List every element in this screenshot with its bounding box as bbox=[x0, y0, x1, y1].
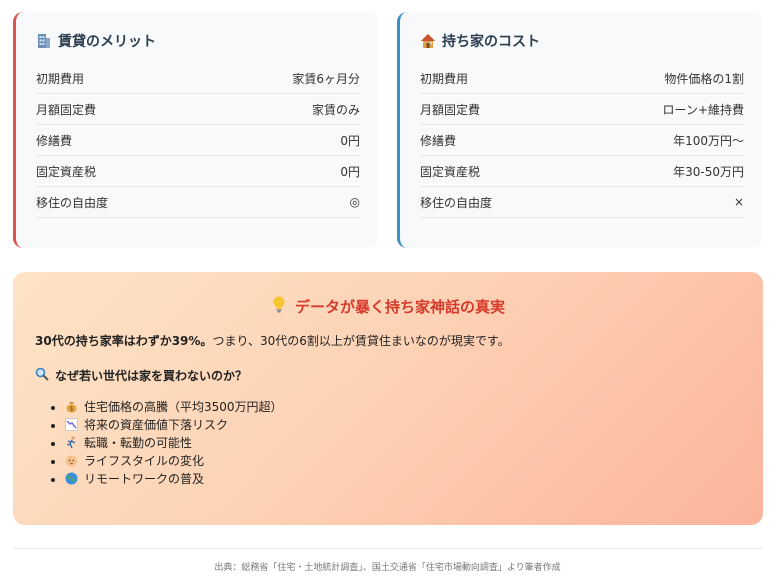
chart-down-icon bbox=[65, 418, 78, 431]
banner-lead-bold: 30代の持ち家率はわずか39%。 bbox=[35, 334, 213, 348]
light-bulb-icon bbox=[271, 295, 287, 317]
globe-icon bbox=[65, 472, 78, 485]
running-person-icon bbox=[65, 436, 78, 449]
reason-text: 将来の資産価値下落リスク bbox=[84, 418, 229, 432]
rent-merits-card: 賃貸のメリット 初期費用 家賃6ヶ月分 月額固定費 家賃のみ 修繕費 0円 固定… bbox=[13, 12, 378, 248]
magnifier-icon bbox=[35, 367, 49, 384]
row-value: 年30-50万円 bbox=[673, 164, 744, 179]
row-label: 移住の自由度 bbox=[36, 195, 109, 210]
rent-card-title: 賃貸のメリット bbox=[36, 30, 360, 52]
row-value: 家賃6ヶ月分 bbox=[292, 71, 360, 86]
row-value: 0円 bbox=[340, 133, 360, 148]
money-bag-icon: $ bbox=[65, 400, 78, 413]
row-value: ◎ bbox=[349, 195, 360, 209]
banner-title-text: データが暴く持ち家神話の真実 bbox=[294, 297, 505, 316]
banner-question-text: なぜ若い世代は家を買わないのか？ bbox=[55, 368, 248, 383]
banner-question: なぜ若い世代は家を買わないのか？ bbox=[35, 366, 741, 384]
ownership-costs-card: 持ち家のコスト 初期費用 物件価格の1割 月額固定費 ローン+維持費 修繕費 年… bbox=[397, 12, 762, 248]
office-building-icon bbox=[36, 33, 52, 49]
row-value: ローン+維持費 bbox=[662, 102, 744, 117]
rent-row-monthly-fixed: 月額固定費 家賃のみ bbox=[36, 94, 360, 125]
list-item: 将来の資産価値下落リスク bbox=[65, 416, 741, 434]
row-label: 修繕費 bbox=[36, 133, 73, 148]
reason-text: 住宅価格の高騰（平均3500万円超） bbox=[84, 400, 283, 414]
reason-text: 転職・転勤の可能性 bbox=[84, 436, 193, 450]
row-label: 月額固定費 bbox=[36, 102, 97, 117]
svg-text:$: $ bbox=[70, 406, 74, 413]
reason-text: ライフスタイルの変化 bbox=[84, 454, 205, 468]
reason-text: リモートワークの普及 bbox=[84, 472, 205, 486]
rent-row-repair: 修繕費 0円 bbox=[36, 125, 360, 156]
list-item: リモートワークの普及 bbox=[65, 470, 741, 488]
own-card-title-text: 持ち家のコスト bbox=[442, 34, 540, 50]
row-label: 初期費用 bbox=[36, 71, 85, 86]
row-value: × bbox=[733, 195, 744, 209]
row-label: 固定資産税 bbox=[420, 164, 481, 179]
own-row-initial-cost: 初期費用 物件価格の1割 bbox=[420, 63, 744, 94]
baby-icon bbox=[65, 454, 78, 467]
list-item: 転職・転勤の可能性 bbox=[65, 434, 741, 452]
footer-divider bbox=[13, 548, 763, 549]
row-label: 初期費用 bbox=[420, 71, 469, 86]
row-value: 家賃のみ bbox=[311, 102, 360, 117]
rent-card-title-text: 賃貸のメリット bbox=[58, 34, 156, 50]
banner-lead-rest: つまり、30代の6割以上が賃貸住まいなのが現実です。 bbox=[212, 334, 510, 348]
row-value: 年100万円〜 bbox=[673, 133, 744, 148]
reasons-list: $ 住宅価格の高騰（平均3500万円超） 将来の資産価値下落リスク bbox=[35, 398, 741, 488]
banner-title: データが暴く持ち家神話の真実 bbox=[35, 294, 741, 318]
own-row-mobility: 移住の自由度 × bbox=[420, 187, 744, 218]
row-value: 0円 bbox=[340, 164, 360, 179]
own-row-monthly-fixed: 月額固定費 ローン+維持費 bbox=[420, 94, 744, 125]
rent-row-property-tax: 固定資産税 0円 bbox=[36, 156, 360, 187]
source-footnote: 出典：総務省「住宅・土地統計調査」、国土交通省「住宅市場動向調査」より筆者作成 bbox=[214, 563, 561, 573]
insight-banner: データが暴く持ち家神話の真実 30代の持ち家率はわずか39%。つまり、30代の6… bbox=[13, 272, 763, 525]
row-label: 修繕費 bbox=[420, 133, 457, 148]
own-row-repair: 修繕費 年100万円〜 bbox=[420, 125, 744, 156]
list-item: ライフスタイルの変化 bbox=[65, 452, 741, 470]
row-label: 移住の自由度 bbox=[420, 195, 493, 210]
house-icon bbox=[420, 33, 436, 49]
row-value: 物件価格の1割 bbox=[664, 71, 744, 86]
rent-row-mobility: 移住の自由度 ◎ bbox=[36, 187, 360, 218]
rent-row-initial-cost: 初期費用 家賃6ヶ月分 bbox=[36, 63, 360, 94]
list-item: $ 住宅価格の高騰（平均3500万円超） bbox=[65, 398, 741, 416]
own-row-property-tax: 固定資産税 年30-50万円 bbox=[420, 156, 744, 187]
row-label: 月額固定費 bbox=[420, 102, 481, 117]
banner-lead: 30代の持ち家率はわずか39%。つまり、30代の6割以上が賃貸住まいなのが現実で… bbox=[35, 332, 741, 350]
row-label: 固定資産税 bbox=[36, 164, 97, 179]
page: 賃貸のメリット 初期費用 家賃6ヶ月分 月額固定費 家賃のみ 修繕費 0円 固定… bbox=[0, 0, 775, 587]
own-card-title: 持ち家のコスト bbox=[420, 30, 744, 52]
